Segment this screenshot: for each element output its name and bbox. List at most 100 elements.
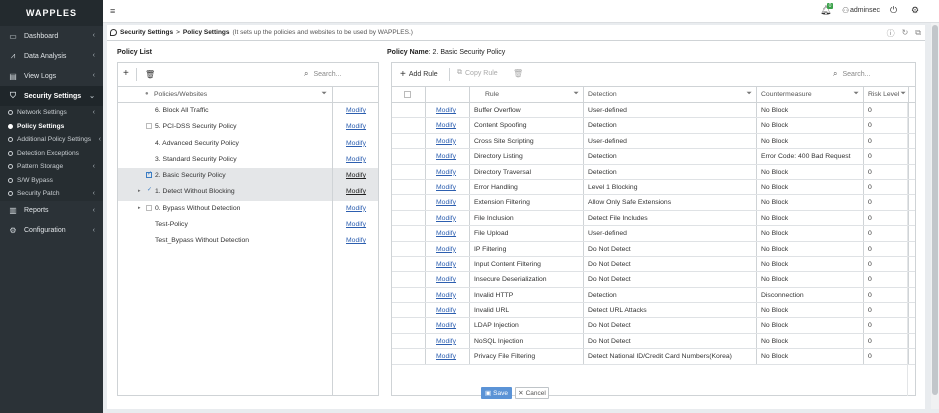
modify-link[interactable]: Modify — [346, 205, 366, 212]
modify-link[interactable]: Modify — [436, 169, 456, 176]
modify-link[interactable]: Modify — [436, 107, 456, 114]
power-icon[interactable]: ⏻ — [890, 5, 897, 16]
checkbox[interactable] — [146, 204, 152, 211]
modify-link[interactable]: Modify — [436, 276, 456, 283]
rule-row[interactable]: Modify Privacy File Filtering Detect Natio… — [392, 349, 915, 365]
info-icon[interactable]: ⓘ — [887, 28, 895, 39]
filter-icon[interactable]: ⏷ — [573, 90, 579, 98]
rule-row[interactable]: Modify File Inclusion Detect File Includes… — [392, 210, 915, 227]
external-link-icon[interactable]: ⧉ — [915, 28, 921, 39]
checkbox-checked[interactable] — [146, 170, 152, 179]
expand-arrow-icon[interactable]: ▸ — [138, 188, 141, 194]
policy-row[interactable]: Test_Bypass Without Detection Modify — [118, 233, 378, 250]
policy-search-input[interactable]: Search... — [313, 71, 341, 78]
save-button[interactable]: ▣ Save — [481, 387, 512, 399]
policy-row[interactable]: 4. Advanced Security Policy Modify — [118, 135, 378, 152]
sidebar-subitem-detection-exceptions[interactable]: Detection Exceptions — [0, 147, 103, 161]
user-name[interactable]: adminsec — [850, 7, 880, 14]
policy-search[interactable]: ⌕ Search... — [304, 69, 342, 79]
rule-row[interactable]: Modify NoSQL Injection Do Not Detect No Blo… — [392, 333, 915, 350]
sidebar-subitem-sw-bypass[interactable]: S/W Bypass — [0, 174, 103, 188]
expand-arrow-icon[interactable]: ▸ — [138, 205, 141, 211]
sidebar-item-reports[interactable]: ▥ Reports ‹ — [0, 201, 103, 221]
rule-row[interactable]: Modify File Upload User-defined No Block 0 — [392, 226, 915, 242]
select-all-icon[interactable]: ● — [145, 91, 149, 97]
copy-rule-button[interactable]: ⧉ Copy Rule — [457, 69, 498, 77]
rule-row[interactable]: Modify Cross Site Scripting User-defined No… — [392, 133, 915, 150]
modify-link[interactable]: Modify — [436, 261, 456, 268]
filter-icon[interactable]: ⏷ — [900, 90, 906, 98]
policy-row[interactable]: Test-Policy Modify — [118, 217, 378, 234]
sidebar-subitem-additional-policy-settings[interactable]: Additional Policy Settings ‹ — [0, 133, 103, 147]
app-logo[interactable]: WAPPLES — [0, 0, 103, 26]
modify-link[interactable]: Modify — [346, 188, 366, 195]
policy-row[interactable]: ▸ 1. Detect Without Blocking Modify — [118, 184, 378, 201]
trash-icon[interactable]: 🗑︎ — [145, 70, 155, 79]
sidebar-item-dashboard[interactable]: ▭ Dashboard ‹ — [0, 26, 103, 46]
modify-link[interactable]: Modify — [346, 156, 366, 163]
rule-row[interactable]: Modify Invalid URL Detect URL Attacks No Bl… — [392, 303, 915, 319]
sidebar-item-security-settings[interactable]: ⛉ Security Settings ⌄ — [0, 86, 103, 106]
modify-link[interactable]: Modify — [436, 338, 456, 345]
settings-gear-icon[interactable]: ⚙ — [911, 5, 919, 16]
scrollbar-thumb[interactable] — [932, 25, 938, 395]
rule-search-input[interactable]: Search... — [842, 71, 870, 78]
rule-row[interactable]: Modify Buffer Overflow User-defined No Bloc… — [392, 103, 915, 119]
modify-link[interactable]: Modify — [436, 184, 456, 191]
checkbox-checked[interactable] — [146, 186, 152, 194]
sidebar-subitem-pattern-storage[interactable]: Pattern Storage ‹ — [0, 160, 103, 174]
trash-icon[interactable]: 🗑︎ — [513, 69, 523, 78]
sidebar-item-data-analysis[interactable]: ⩘ Data Analysis ‹ — [0, 46, 103, 66]
modify-link[interactable]: Modify — [346, 140, 366, 147]
rule-scrollbar[interactable] — [907, 103, 915, 396]
modify-link[interactable]: Modify — [436, 292, 456, 299]
filter-icon[interactable]: ⏷ — [321, 90, 327, 98]
rule-search[interactable]: ⌕ Search... — [833, 69, 871, 79]
add-rule-button[interactable]: + Add Rule — [400, 69, 438, 80]
modify-link[interactable]: Modify — [436, 246, 456, 253]
checkbox[interactable] — [146, 123, 152, 130]
risk-header[interactable]: Risk Level ⏷ — [864, 87, 909, 102]
add-policy-button[interactable]: + — [123, 68, 129, 79]
modify-link[interactable]: Modify — [346, 172, 366, 179]
policy-row[interactable]: ▸ 0. Bypass Without Detection Modify — [118, 200, 378, 218]
rule-row[interactable]: Modify LDAP Injection Do Not Detect No Bloc… — [392, 318, 915, 334]
rule-row[interactable]: Modify Input Content Filtering Do Not Dete… — [392, 256, 915, 273]
modify-link[interactable]: Modify — [436, 215, 456, 222]
sidebar-subitem-network-settings[interactable]: Network Settings ‹ — [0, 106, 103, 120]
rule-row[interactable]: Modify IP Filtering Do Not Detect No Block 0 — [392, 241, 915, 257]
modify-link[interactable]: Modify — [436, 353, 456, 360]
sidebar-item-view-logs[interactable]: ▤ View Logs ‹ — [0, 66, 103, 86]
rule-row[interactable]: Modify Invalid HTTP Detection Disconnection… — [392, 287, 915, 304]
select-all-checkbox[interactable] — [404, 91, 411, 98]
policy-row[interactable]: 3. Standard Security Policy Modify — [118, 151, 378, 169]
policy-row-selected[interactable]: 2. Basic Security Policy Modify — [118, 168, 378, 185]
detection-header[interactable]: Detection ⏷ — [584, 87, 757, 102]
countermeasure-header[interactable]: Countermeasure ⏷ — [757, 87, 864, 102]
rule-row[interactable]: Modify Extension Filtering Allow Only Safe… — [392, 195, 915, 211]
modify-link[interactable]: Modify — [436, 199, 456, 206]
modify-link[interactable]: Modify — [436, 230, 456, 237]
modify-link[interactable]: Modify — [436, 122, 456, 129]
sidebar-subitem-security-patch[interactable]: Security Patch ‹ — [0, 187, 103, 201]
filter-icon[interactable]: ⏷ — [746, 90, 752, 98]
modify-link[interactable]: Modify — [436, 153, 456, 160]
rule-row[interactable]: Modify Error Handling Level 1 Blocking No B… — [392, 179, 915, 196]
cancel-button[interactable]: ✕ Cancel — [515, 387, 549, 399]
modify-link[interactable]: Modify — [346, 107, 366, 114]
filter-icon[interactable]: ⏷ — [853, 90, 859, 98]
policy-row[interactable]: 6. Block All Traffic Modify — [118, 103, 378, 120]
policy-row[interactable]: 5. PCI-DSS Security Policy Modify — [118, 119, 378, 136]
page-scrollbar[interactable] — [931, 23, 939, 409]
rule-row[interactable]: Modify Directory Traversal Detection No Blo… — [392, 164, 915, 180]
rule-row[interactable]: Modify Directory Listing Detection Error Co… — [392, 149, 915, 165]
modify-link[interactable]: Modify — [436, 138, 456, 145]
refresh-icon[interactable]: ↻ — [902, 28, 909, 39]
rule-row[interactable]: Modify Content Spoofing Detection No Block 0 — [392, 118, 915, 134]
modify-link[interactable]: Modify — [346, 237, 366, 244]
rule-header[interactable]: Rule ⏷ — [470, 87, 584, 102]
hamburger-menu-icon[interactable]: ≡ — [110, 6, 115, 16]
sidebar-subitem-policy-settings[interactable]: Policy Settings — [0, 120, 103, 134]
modify-link[interactable]: Modify — [436, 307, 456, 314]
modify-link[interactable]: Modify — [346, 123, 366, 130]
